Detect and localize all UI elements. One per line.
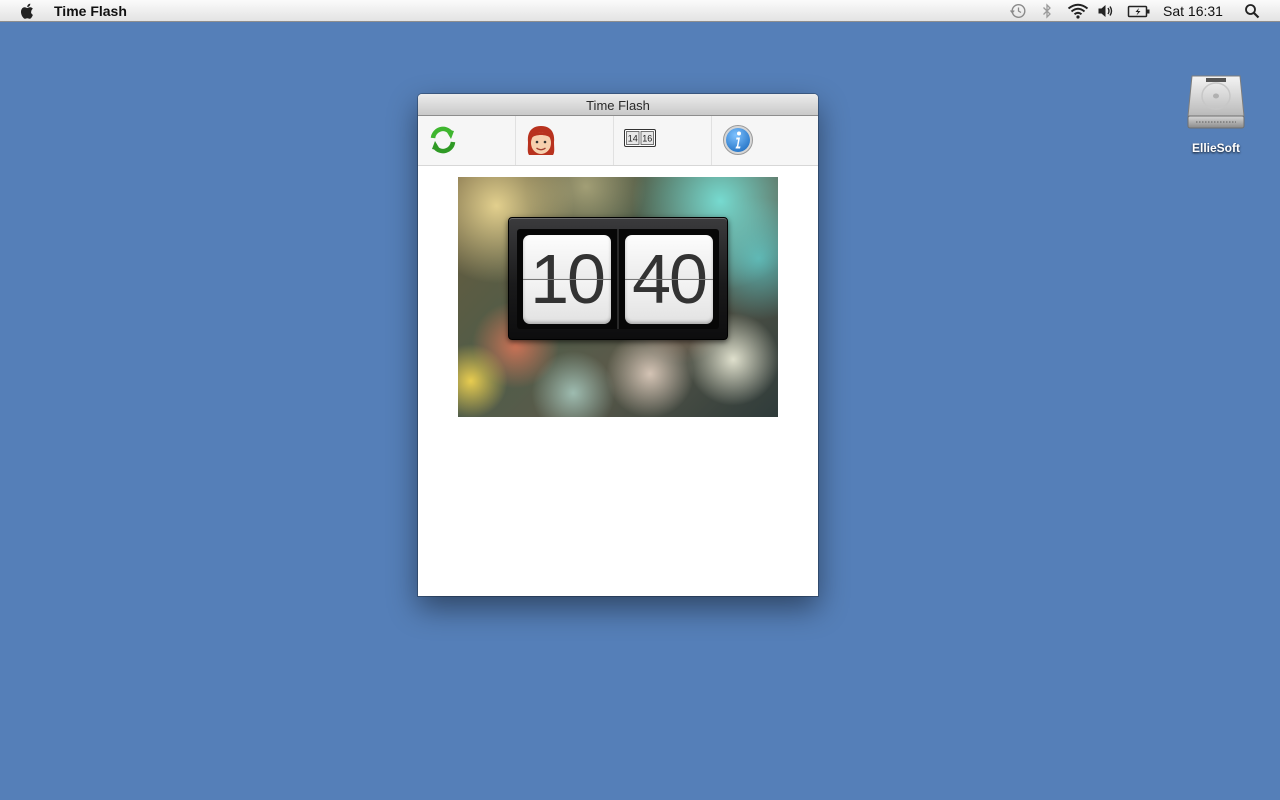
toolbar: 14 16 [418, 116, 818, 166]
refresh-button[interactable] [418, 116, 516, 165]
hard-drive-icon [1187, 75, 1245, 129]
desktop-icon-label: EllieSoft [1191, 141, 1240, 155]
minutes-digits: 40 [632, 240, 708, 318]
flip-clock-face: 10 40 [517, 229, 719, 329]
spotlight-icon[interactable] [1242, 2, 1262, 20]
flip-clock-button[interactable]: 14 16 [614, 116, 712, 165]
svg-text:16: 16 [642, 134, 652, 144]
menu-clock[interactable]: Sat 16:31 [1163, 3, 1223, 19]
refresh-icon [430, 126, 456, 154]
battery-icon[interactable] [1126, 2, 1152, 20]
svg-text:14: 14 [628, 134, 638, 144]
app-window: Time Flash 14 16 10 40 [418, 94, 818, 596]
flip-divider [617, 229, 619, 329]
minutes-card: 40 [625, 235, 713, 324]
info-button[interactable] [712, 116, 818, 165]
flip-clock-icon: 14 16 [624, 129, 656, 147]
flip-clock: 10 40 [508, 217, 728, 340]
face-icon [527, 126, 555, 155]
window-titlebar[interactable]: Time Flash [418, 94, 818, 116]
hours-digits: 10 [530, 240, 606, 318]
menu-bar: Time Flash Sat 16:31 [0, 0, 1280, 22]
face-button[interactable] [516, 116, 614, 165]
time-machine-icon[interactable] [1008, 2, 1028, 20]
wifi-icon[interactable] [1066, 2, 1090, 20]
window-title: Time Flash [586, 98, 650, 113]
menu-app-name[interactable]: Time Flash [54, 3, 127, 19]
volume-icon[interactable] [1097, 2, 1115, 20]
hours-card: 10 [523, 235, 611, 324]
apple-icon[interactable] [19, 2, 37, 20]
bluetooth-icon[interactable] [1040, 2, 1054, 20]
clock-preview-image: 10 40 [458, 177, 778, 417]
info-icon [723, 125, 753, 155]
